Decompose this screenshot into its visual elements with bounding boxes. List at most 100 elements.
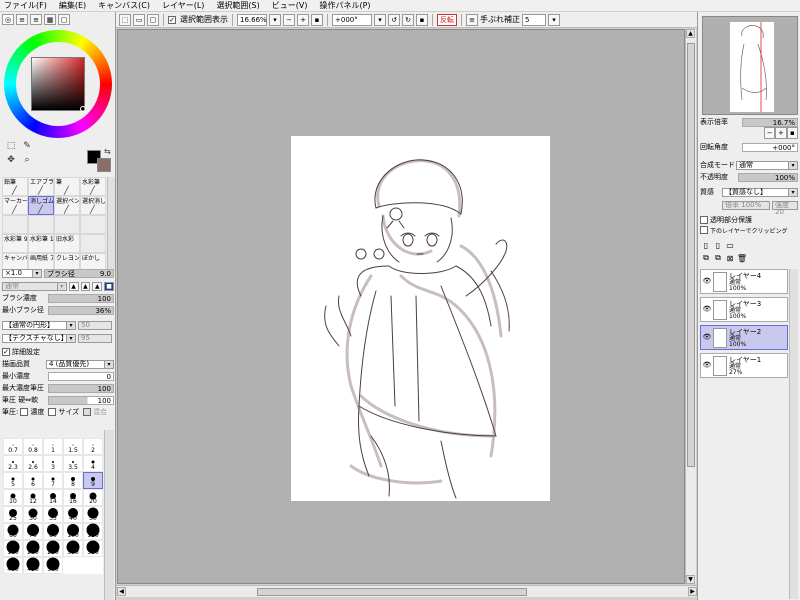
hide-select-button[interactable]: ▢	[147, 13, 159, 26]
navigator-preview[interactable]	[702, 16, 798, 115]
nav-zoom-out-icon[interactable]: −	[764, 127, 776, 139]
layer-row[interactable]: 👁 レイヤー2 通常 100%	[700, 325, 788, 350]
density-slider[interactable]: 100	[48, 293, 114, 303]
hsv-slider-tab-icon[interactable]: ≡	[30, 14, 42, 25]
merge-down-icon[interactable]: ⧉	[712, 253, 724, 264]
brush-shape-dropdown[interactable]: 【通常の円形】 ▾	[2, 320, 76, 330]
quality-dropdown[interactable]: 4 (品質優先) ▾	[46, 359, 114, 369]
brush-size-preset[interactable]: 500	[43, 557, 63, 574]
invert-select-button[interactable]: ▭	[133, 13, 145, 26]
brush-size-preset[interactable]: 160	[3, 540, 23, 557]
zoom-field[interactable]: 16.66%	[237, 13, 267, 26]
max-pressure-slider[interactable]: 100	[48, 383, 114, 393]
brush-slot[interactable]: 水彩筆 ╱	[80, 177, 106, 196]
brush-size-preset[interactable]: 50	[83, 506, 103, 523]
scroll-up-icon[interactable]: ▲	[686, 29, 695, 38]
brush-blend-dropdown[interactable]: 通常 ▾	[2, 281, 67, 291]
detail-checkbox[interactable]: ✓	[2, 348, 10, 356]
texture-strength-field[interactable]: 95	[78, 333, 112, 343]
eyedropper-icon[interactable]: ✎	[20, 140, 34, 152]
background-color-swatch[interactable]	[97, 158, 111, 172]
shape-medium-button[interactable]: ▲	[92, 281, 103, 291]
nav-zoom-reset-button[interactable]: ▪	[786, 127, 798, 139]
menu-edit[interactable]: 編集(E)	[59, 0, 86, 12]
brush-size-preset[interactable]: 20	[83, 489, 103, 506]
brush-slot[interactable]: エアブラシ╱	[28, 177, 54, 196]
deselect-button[interactable]: ⬚	[119, 13, 131, 26]
eye-icon[interactable]: 👁	[702, 361, 712, 371]
min-density-slider[interactable]: 0	[48, 371, 114, 381]
brush-size-preset[interactable]: 400	[3, 557, 23, 574]
clipping-checkbox[interactable]	[700, 226, 708, 234]
stabilizer-field[interactable]: 5	[522, 13, 546, 26]
brush-slot[interactable]: 旧水彩	[54, 234, 80, 253]
brush-slot[interactable]: 水彩筆 9/8	[2, 234, 28, 253]
brush-size-preset[interactable]: 16	[63, 489, 83, 506]
swatch-tab-icon[interactable]: ▦	[44, 14, 56, 25]
menu-selection[interactable]: 選択範囲(S)	[216, 0, 259, 12]
rotate-reset-button[interactable]: ▪	[416, 13, 428, 26]
color-picker-cursor[interactable]	[80, 106, 86, 112]
brush-size-preset[interactable]: 300	[63, 540, 83, 557]
zoom-out-icon[interactable]: −	[283, 13, 295, 26]
brush-size-preset[interactable]: 6	[23, 472, 43, 489]
layer-scale-field[interactable]: 倍率 100%	[722, 200, 770, 210]
delete-layer-icon[interactable]: 🗑	[736, 253, 748, 264]
zoom-reset-button[interactable]: ▪	[311, 13, 323, 26]
layer-row[interactable]: 👁 レイヤー3 通常 100%	[700, 297, 788, 322]
menu-panel[interactable]: 操作パネル(P)	[319, 0, 370, 12]
color-wheel[interactable]	[4, 30, 112, 138]
shape-flat-button[interactable]: ▲	[68, 281, 79, 291]
nav-zoom-slider[interactable]: 16.7%	[742, 117, 798, 127]
stabilizer-dropdown-button[interactable]: ▾	[548, 13, 560, 26]
shape-soft-button[interactable]: ▲	[80, 281, 91, 291]
brush-size-preset[interactable]: 0.7	[3, 438, 23, 455]
brush-size-preset[interactable]: 120	[83, 523, 103, 540]
brush-texture-dropdown[interactable]: 【テクスチャなし】 ▾	[2, 333, 76, 343]
saturation-value-square[interactable]	[31, 57, 85, 111]
layer-blend-dropdown[interactable]: 通常 ▾	[736, 160, 798, 170]
menu-layer[interactable]: レイヤー(L)	[162, 0, 204, 12]
layer-quality-dropdown[interactable]: 【質感なし】 ▾	[722, 187, 798, 197]
clear-layer-icon[interactable]: ⊠	[724, 253, 736, 264]
new-folder-icon[interactable]: ▭	[724, 240, 736, 251]
brush-size-preset[interactable]: 350	[83, 540, 103, 557]
zoom-icon[interactable]: ⌕	[20, 154, 34, 166]
layer-row[interactable]: 👁 レイヤー1 通常 27%	[700, 353, 788, 378]
brush-size-preset[interactable]: 200	[23, 540, 43, 557]
rotate-right-icon[interactable]: ↻	[402, 13, 414, 26]
new-linework-layer-icon[interactable]: ▯	[712, 240, 724, 251]
brush-size-preset[interactable]: 60	[3, 523, 23, 540]
eye-icon[interactable]: 👁	[702, 277, 712, 287]
brush-slot[interactable]: 選択ペン ╱	[54, 196, 80, 215]
layer-scrollbar[interactable]	[789, 269, 798, 599]
size-multiplier-dropdown[interactable]: ×1.0 ▾	[2, 268, 42, 278]
scratchpad-tab-icon[interactable]: ▢	[58, 14, 70, 25]
rect-select-icon[interactable]: ⬚	[4, 140, 18, 152]
brush-size-preset[interactable]: 70	[23, 523, 43, 540]
menu-canvas[interactable]: キャンバス(C)	[98, 0, 150, 12]
brush-size-preset[interactable]: 250	[43, 540, 63, 557]
min-size-slider[interactable]: 36%	[48, 305, 114, 315]
brush-size-preset[interactable]: 14	[43, 489, 63, 506]
brush-size-preset[interactable]: 12	[23, 489, 43, 506]
brush-size-preset[interactable]: 9	[83, 472, 103, 489]
brush-size-preset[interactable]: 30	[23, 506, 43, 523]
hard-soft-slider[interactable]: 100	[48, 395, 114, 405]
layer-opacity-slider[interactable]: 100%	[738, 172, 798, 182]
brush-size-preset[interactable]: 10	[3, 489, 23, 506]
brush-slot[interactable]: 消しゴム ╱	[28, 196, 54, 215]
menu-file[interactable]: ファイル(F)	[4, 0, 47, 12]
menu-view[interactable]: ビュー(V)	[272, 0, 308, 12]
layer-strength-field[interactable]: 強度 20	[772, 200, 798, 215]
brush-size-preset[interactable]: 0.8	[23, 438, 43, 455]
brush-size-preset[interactable]: 40	[63, 506, 83, 523]
layer-row[interactable]: 👁 レイヤー4 通常 100%	[700, 269, 788, 294]
brush-scrollbar[interactable]	[107, 177, 115, 272]
rotation-field[interactable]: +000°	[332, 13, 372, 26]
preserve-opacity-checkbox[interactable]	[700, 216, 708, 224]
brush-size-preset[interactable]: 4	[83, 455, 103, 472]
horizontal-scroll-thumb[interactable]	[257, 588, 527, 596]
pressure-size-checkbox[interactable]	[48, 408, 57, 416]
transfer-down-icon[interactable]: ⧉	[700, 253, 712, 264]
